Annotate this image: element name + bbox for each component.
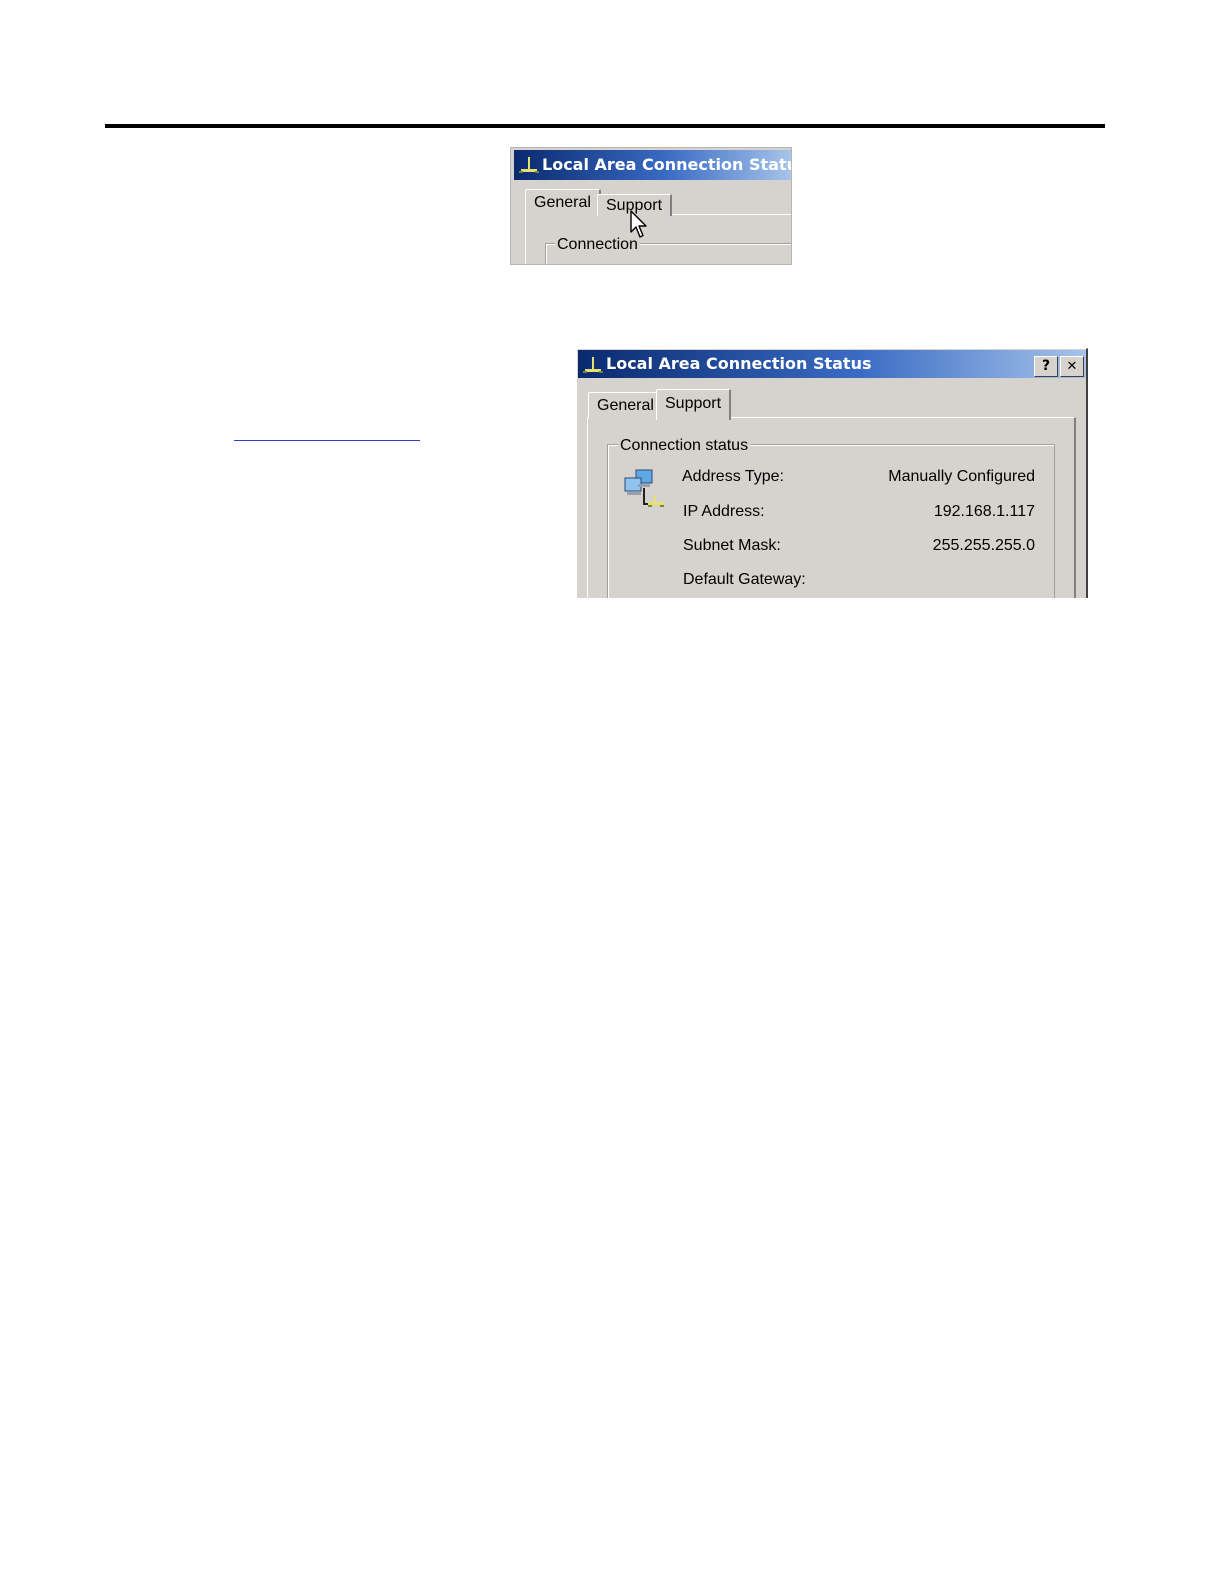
top-dialog-screenshot: Local Area Connection Status General Sup…	[510, 147, 792, 265]
address-type-value: Manually Configured	[888, 468, 1035, 485]
top-dialog-title: Local Area Connection Status	[542, 155, 792, 174]
help-button[interactable]: ?	[1034, 356, 1058, 377]
main-dialog-screenshot: Local Area Connection Status ? ✕ General…	[576, 348, 1088, 598]
address-type-label: Address Type:	[682, 468, 784, 485]
tab-general[interactable]: General	[525, 189, 601, 216]
top-dialog-titlebar: Local Area Connection Status	[514, 150, 791, 180]
subnet-mask-value: 255.255.255.0	[932, 537, 1035, 554]
mouse-cursor-icon	[630, 210, 647, 238]
subnet-mask-label: Subnet Mask:	[683, 537, 781, 554]
main-dialog-titlebar: Local Area Connection Status ? ✕	[578, 350, 1086, 378]
hyperlink-underline[interactable]	[234, 440, 420, 441]
connection-status-label: Connection status	[618, 437, 751, 455]
top-group-label: Connection	[555, 236, 640, 254]
default-gateway-label: Default Gateway:	[683, 571, 806, 588]
network-connection-icon	[583, 357, 603, 373]
ip-address-value: 192.168.1.117	[933, 503, 1035, 520]
network-status-icon	[624, 469, 664, 507]
network-connection-icon	[519, 157, 539, 173]
header-rule	[105, 124, 1105, 128]
close-button[interactable]: ✕	[1060, 356, 1084, 377]
main-dialog-title: Local Area Connection Status	[606, 354, 872, 373]
tab-support[interactable]: Support	[656, 389, 732, 420]
tab-general[interactable]: General	[588, 392, 664, 418]
ip-address-label: IP Address:	[683, 503, 765, 520]
